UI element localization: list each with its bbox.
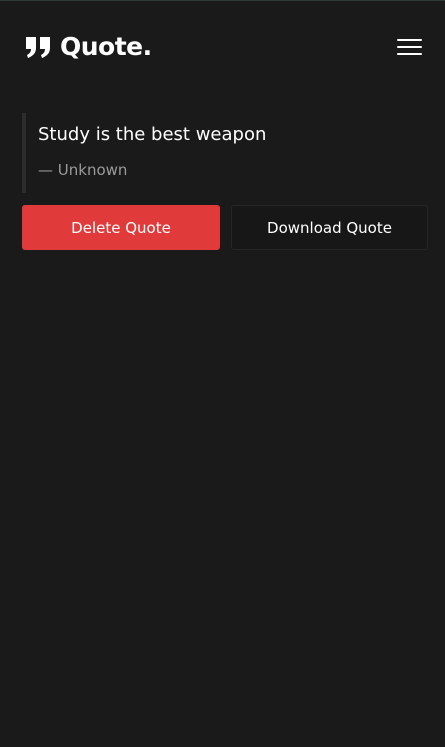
quote-mark-icon bbox=[24, 35, 52, 59]
quote-text: Study is the best weapon bbox=[38, 124, 267, 145]
download-quote-button[interactable]: Download Quote bbox=[231, 205, 428, 250]
app-header: Quote. bbox=[24, 32, 424, 62]
logo[interactable]: Quote. bbox=[24, 32, 152, 62]
logo-text: Quote. bbox=[60, 32, 152, 61]
top-divider bbox=[0, 0, 445, 1]
hamburger-menu-icon[interactable] bbox=[396, 34, 424, 58]
quote-author: — Unknown bbox=[38, 161, 128, 179]
quote-card: Study is the best weapon — Unknown bbox=[22, 113, 426, 193]
delete-quote-button[interactable]: Delete Quote bbox=[22, 205, 220, 250]
